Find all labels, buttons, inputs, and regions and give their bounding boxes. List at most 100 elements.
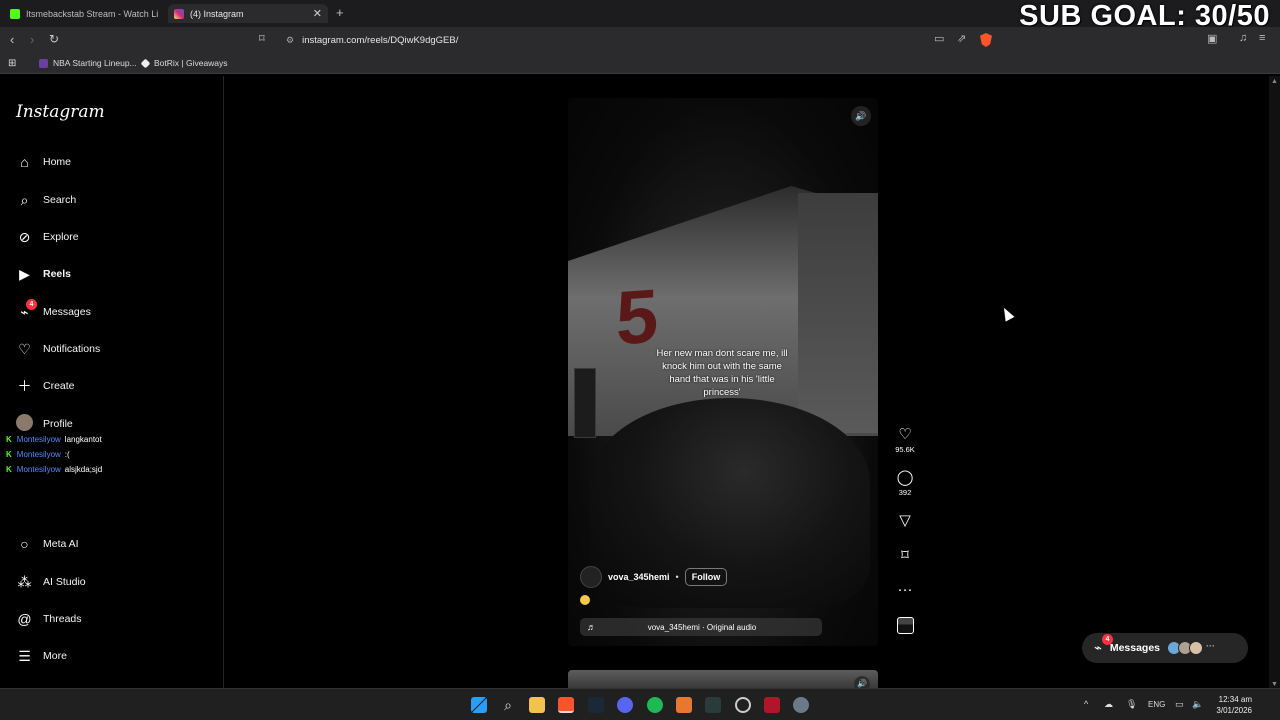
sidebar-item-profile[interactable]: Profile <box>16 412 73 436</box>
ai-studio-icon: ⁂ <box>17 573 32 590</box>
clock-date: 3/01/2026 <box>1216 706 1252 715</box>
bookmark-label: BotRix | Giveaways <box>154 58 228 68</box>
instagram-favicon-icon <box>174 8 184 19</box>
sidebar-item-label: Explore <box>43 231 79 243</box>
share-icon[interactable]: ⇗ <box>957 32 966 45</box>
media-icon[interactable]: ♫ <box>1239 32 1247 44</box>
windows-start-icon[interactable] <box>471 697 487 713</box>
sidebar-item-threads[interactable]: @ Threads <box>16 607 82 631</box>
onedrive-icon[interactable]: ☁ <box>1104 699 1113 710</box>
apps-grid-icon[interactable]: ⊞ <box>8 58 16 69</box>
spotify-icon[interactable] <box>647 697 663 713</box>
instagram-logo[interactable]: Instagram <box>16 102 105 122</box>
app-icon[interactable] <box>735 697 751 713</box>
scroll-down-icon[interactable]: ▼ <box>1271 681 1278 688</box>
reel-username[interactable]: vova_345hemi <box>608 572 670 582</box>
home-icon: ⌂ <box>20 154 29 170</box>
comment-icon: ◯ <box>896 469 914 486</box>
like-button[interactable]: ♡ 95.6K <box>890 426 920 454</box>
address-bar[interactable]: ⚙ instagram.com/reels/DQiwK9dgGEB/ <box>278 30 1002 50</box>
sidebar-item-label: Reels <box>43 268 72 280</box>
botrix-bookmark-icon <box>140 58 151 68</box>
bookmark-icon[interactable]: ⌑ <box>259 32 265 45</box>
follow-button[interactable]: Follow <box>684 568 728 586</box>
sidebar-item-more[interactable]: ☰ More <box>16 644 67 668</box>
site-info-icon[interactable]: ⚙ <box>286 35 294 46</box>
page-scrollbar[interactable]: ▲ ▼ <box>1269 76 1280 688</box>
close-tab-icon[interactable]: ✕ <box>313 7 322 20</box>
messenger-icon: ⌁ 4 <box>1094 634 1113 656</box>
reload-icon[interactable]: ↻ <box>49 32 59 46</box>
volume-icon[interactable]: 🔊 <box>851 106 871 126</box>
sidebar-item-label: Messages <box>43 306 91 318</box>
sidebar-item-explore[interactable]: ⊘ Explore <box>16 225 79 249</box>
back-icon[interactable]: ‹ <box>10 32 14 47</box>
app-icon[interactable] <box>705 697 721 713</box>
compass-icon: ⊘ <box>18 228 31 245</box>
forward-icon[interactable]: › <box>30 32 34 47</box>
messenger-icon: ⌁ 4 <box>16 298 37 321</box>
brave-browser-icon[interactable] <box>558 697 574 713</box>
mouse-cursor-icon <box>999 305 1015 322</box>
sidebar-item-ai-studio[interactable]: ⁂ AI Studio <box>16 570 86 594</box>
volume-icon[interactable]: 🔊 <box>854 676 870 688</box>
sidebar-item-notifications[interactable]: ♡ Notifications <box>16 337 100 361</box>
plus-icon: ＋ <box>17 378 32 394</box>
language-indicator[interactable]: ENG <box>1148 700 1165 709</box>
messages-pill[interactable]: ⌁ 4 Messages ··· <box>1082 633 1248 663</box>
app-icon[interactable] <box>676 697 692 713</box>
network-icon[interactable]: ▭ <box>1175 699 1184 710</box>
reel-author-row: vova_345hemi • Follow <box>580 566 728 588</box>
discord-icon[interactable] <box>617 697 633 713</box>
sidebar-item-label: Create <box>43 380 75 392</box>
sidebar-item-reels[interactable]: ▶ Reels <box>16 262 71 286</box>
browser-toolbar: ‹ › ↻ ⌑ ⚙ instagram.com/reels/DQiwK9dgGE… <box>0 27 1280 53</box>
steam-icon[interactable] <box>588 697 604 713</box>
chat-message: K Montesilyow langkantot <box>6 435 102 444</box>
bookmark-botrix[interactable]: BotRix | Giveaways <box>140 58 228 68</box>
sidebar-item-label: Threads <box>43 613 82 625</box>
reel-video[interactable]: 5 🔊 Her new man dont scare me, ill knock… <box>568 98 878 646</box>
bookmark-nba[interactable]: NBA Starting Lineup... <box>39 58 137 68</box>
clock-time: 12:34 am <box>1218 695 1252 704</box>
kick-badge-icon: K <box>6 450 12 459</box>
taskbar-clock[interactable]: 12:34 am 3/01/2026 <box>1208 694 1252 716</box>
next-reel-preview[interactable]: 🔊 <box>568 670 878 688</box>
audio-thumbnail[interactable] <box>897 617 914 634</box>
sidebar-item-meta-ai[interactable]: ○ Meta AI <box>16 532 78 556</box>
volume-icon[interactable]: 🔈 <box>1192 699 1203 710</box>
new-tab-button[interactable]: + <box>336 5 344 20</box>
sidebar-item-messages[interactable]: ⌁ 4 Messages <box>16 298 91 324</box>
reel-caption: Her new man dont scare me, ill knock him… <box>656 348 788 398</box>
sidebar-item-home[interactable]: ⌂ Home <box>16 150 71 174</box>
app-icon[interactable] <box>764 697 780 713</box>
heart-icon: ♡ <box>18 340 31 357</box>
send-icon: ▽ <box>899 512 911 529</box>
sidebar-item-label: Notifications <box>43 343 101 355</box>
browser-menu-icon[interactable]: ≡ <box>1259 32 1265 44</box>
sidebar-item-search[interactable]: ⌕ Search <box>16 188 77 212</box>
comment-button[interactable]: ◯ 392 <box>890 469 920 497</box>
tray-chevron-icon[interactable]: ^ <box>1084 699 1088 709</box>
url-text: instagram.com/reels/DQiwK9dgGEB/ <box>302 34 459 46</box>
more-options-button[interactable]: ··· <box>890 581 920 599</box>
scroll-up-icon[interactable]: ▲ <box>1271 78 1278 85</box>
avatar <box>16 414 33 434</box>
share-button[interactable]: ▽ <box>890 512 920 530</box>
microphone-icon[interactable]: 🎙 <box>1126 699 1137 710</box>
meta-ai-icon: ○ <box>20 536 29 552</box>
settings-icon[interactable] <box>793 697 809 713</box>
avatar[interactable] <box>580 566 602 588</box>
save-button[interactable]: ⌑ <box>890 547 920 565</box>
message-avatars: ··· <box>1167 641 1215 655</box>
sidebar-item-label: Search <box>43 194 77 206</box>
audio-pill[interactable]: ♬ vova_345hemi · Original audio <box>580 618 822 636</box>
sidebar-item-create[interactable]: ＋ Create <box>16 374 75 398</box>
tab-kick-stream[interactable]: Itsmebackstab Stream - Watch Live o... <box>4 4 164 23</box>
search-icon[interactable]: ⌕ <box>500 697 516 713</box>
cast-icon[interactable]: ▭ <box>934 32 944 45</box>
sidebar-toggle-icon[interactable]: ▣ <box>1207 32 1217 45</box>
file-explorer-icon[interactable] <box>529 697 545 713</box>
tab-instagram[interactable]: (4) Instagram ✕ <box>168 4 328 23</box>
nba-bookmark-icon <box>39 58 48 68</box>
